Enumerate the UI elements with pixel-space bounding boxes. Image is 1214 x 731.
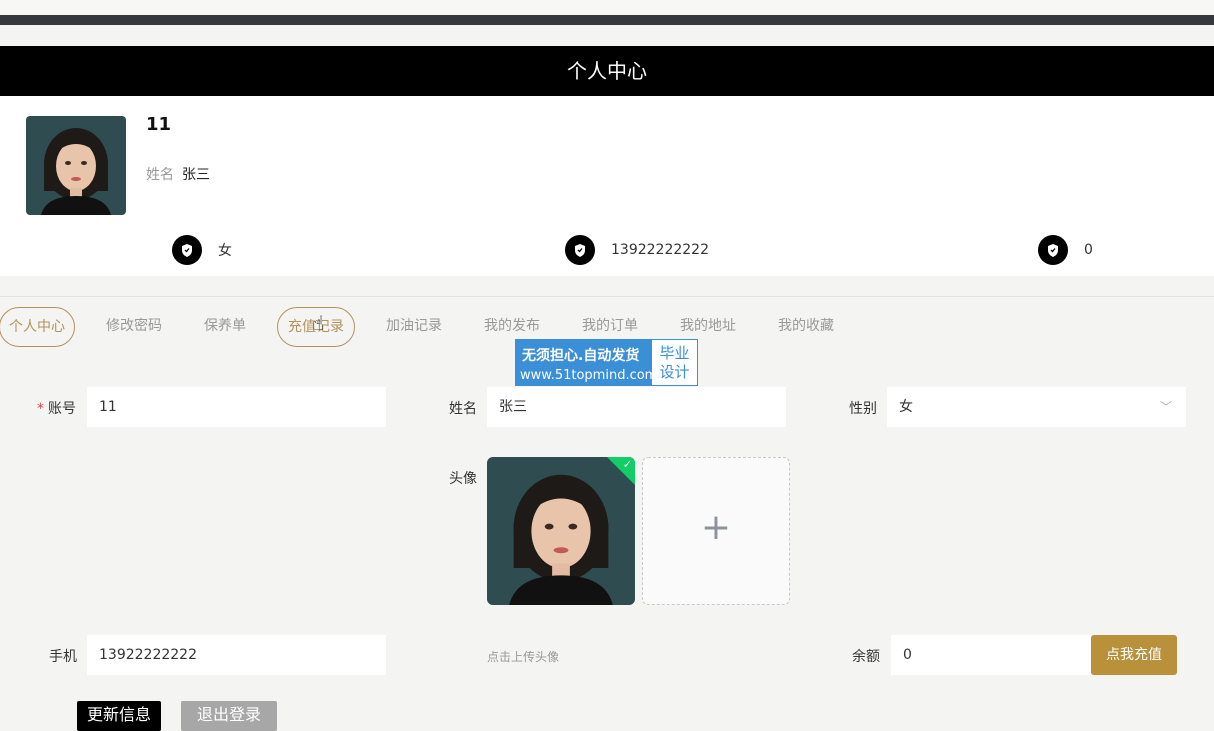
shield-icon bbox=[1038, 235, 1068, 265]
watermark-badge: 毕业 设计 bbox=[652, 340, 697, 385]
stat-value: 女 bbox=[218, 243, 232, 259]
phone-label: 手机 bbox=[49, 649, 77, 665]
watermark: 无须担心.自动发货 www.51topmind.com 毕业 设计 bbox=[515, 339, 698, 386]
avatar bbox=[26, 116, 126, 215]
hand-cursor-icon: ☝ bbox=[312, 311, 325, 335]
name-label: 姓名 bbox=[449, 401, 477, 417]
name-input[interactable]: 张三 bbox=[487, 387, 786, 427]
account-input[interactable]: 11 bbox=[87, 387, 386, 427]
recharge-button[interactable]: 点我充值 bbox=[1091, 635, 1177, 675]
check-icon: ✓ bbox=[622, 458, 632, 471]
stat-phone: 13922222222 bbox=[565, 235, 709, 265]
divider bbox=[0, 296, 1214, 297]
watermark-url: www.51topmind.com bbox=[520, 368, 658, 383]
shield-icon bbox=[565, 235, 595, 265]
avatar-label: 头像 bbox=[449, 471, 477, 487]
plus-icon: + bbox=[700, 507, 732, 548]
name-label: 姓名 bbox=[146, 167, 174, 183]
top-nav-bar bbox=[0, 15, 1214, 25]
update-info-button[interactable]: 更新信息 bbox=[77, 701, 161, 731]
balance-input[interactable]: 0 bbox=[891, 635, 1091, 675]
tab-my-favorites[interactable]: 我的收藏 bbox=[778, 307, 834, 345]
name-value: 张三 bbox=[182, 167, 210, 183]
gender-label: 性别 bbox=[849, 401, 877, 417]
uploaded-avatar[interactable]: ✓ bbox=[487, 457, 635, 605]
shield-icon bbox=[172, 235, 202, 265]
username: 11 bbox=[146, 114, 172, 135]
upload-hint: 点击上传头像 bbox=[487, 650, 560, 664]
gender-select[interactable]: 女 ﹀ bbox=[887, 387, 1186, 427]
top-strip bbox=[0, 0, 1214, 15]
tab-change-password[interactable]: 修改密码 bbox=[106, 307, 162, 345]
watermark-line1: 无须担心.自动发货 bbox=[522, 348, 640, 364]
tab-fuel-records[interactable]: 加油记录 bbox=[386, 307, 442, 345]
stat-value: 0 bbox=[1084, 242, 1093, 258]
stat-balance: 0 bbox=[1038, 235, 1093, 265]
tab-maintenance[interactable]: 保养单 bbox=[204, 307, 246, 345]
phone-input[interactable]: 13922222222 bbox=[87, 635, 386, 675]
balance-label: 余额 bbox=[852, 649, 880, 665]
tab-personal-center[interactable]: 个人中心 bbox=[0, 307, 75, 347]
logout-button[interactable]: 退出登录 bbox=[181, 701, 277, 731]
name-row: 姓名 张三 bbox=[146, 164, 210, 184]
upload-add-button[interactable]: + bbox=[642, 457, 790, 605]
stat-value: 13922222222 bbox=[611, 242, 709, 258]
account-label: * 账号 bbox=[37, 401, 76, 417]
chevron-down-icon: ﹀ bbox=[1159, 400, 1172, 414]
profile-card: 11 姓名 张三 女 13922222222 0 bbox=[0, 96, 1214, 276]
stat-gender: 女 bbox=[172, 235, 232, 265]
page-title: 个人中心 bbox=[0, 46, 1214, 96]
